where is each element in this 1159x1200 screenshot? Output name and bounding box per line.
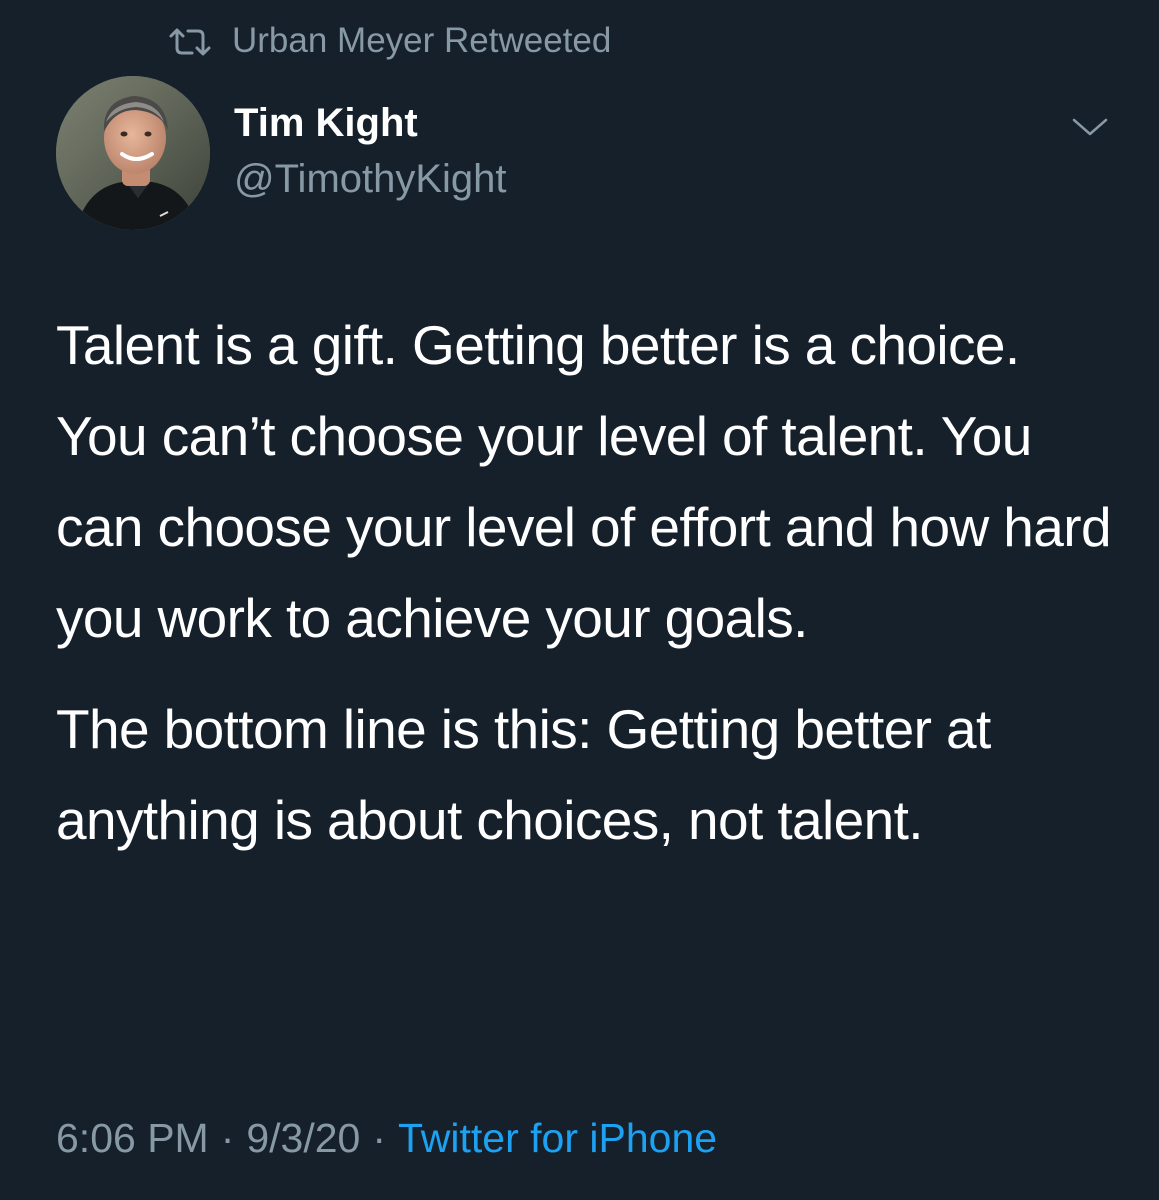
tweet-text: Talent is a gift. Getting better is a ch… [56, 300, 1116, 866]
meta-separator: · [220, 1114, 235, 1161]
meta-separator: · [372, 1114, 387, 1161]
tweet-paragraph: Talent is a gift. Getting better is a ch… [56, 314, 1112, 649]
retweet-label: Urban Meyer Retweeted [232, 21, 612, 60]
tweet-paragraph: The bottom line is this: Getting better … [56, 698, 991, 851]
avatar-photo [56, 76, 210, 230]
author-display-name[interactable]: Tim Kight [234, 101, 418, 146]
avatar[interactable] [56, 76, 210, 230]
tweet-time[interactable]: 6:06 PM [56, 1115, 209, 1162]
chevron-down-icon[interactable] [1066, 108, 1114, 148]
retweet-icon [168, 26, 212, 56]
tweet-meta: 6:06 PM · 9/3/20 · Twitter for iPhone [56, 1110, 717, 1166]
tweet-date[interactable]: 9/3/20 [246, 1115, 360, 1162]
retweet-context[interactable]: Urban Meyer Retweeted [168, 18, 611, 64]
author-handle[interactable]: @TimothyKight [234, 157, 507, 202]
tweet-source-link[interactable]: Twitter for iPhone [398, 1115, 717, 1162]
